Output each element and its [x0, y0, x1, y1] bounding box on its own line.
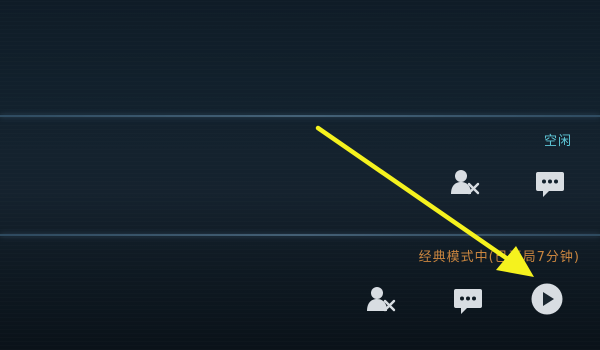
friend-list-panel: 空闲 经典模式中(已开局7分钟) — [0, 0, 600, 350]
kick-user-icon — [367, 287, 396, 312]
friend-status-idle: 空闲 — [543, 134, 572, 149]
row-divider — [0, 234, 600, 236]
chat-icon — [536, 172, 564, 197]
chat-button[interactable] — [451, 284, 485, 318]
row-divider — [0, 115, 600, 117]
spectate-button[interactable] — [530, 282, 564, 316]
friend-status-in-game: 经典模式中(已开局7分钟) — [418, 250, 580, 265]
spectate-play-icon — [531, 283, 563, 315]
chat-button[interactable] — [533, 167, 567, 201]
annotation-arrow — [315, 125, 534, 277]
kick-user-button[interactable] — [448, 165, 482, 199]
chat-icon — [454, 289, 482, 314]
kick-user-button[interactable] — [364, 282, 398, 316]
kick-user-icon — [451, 170, 480, 195]
